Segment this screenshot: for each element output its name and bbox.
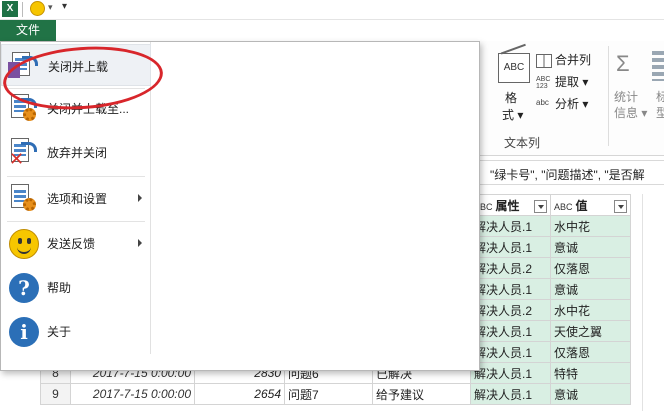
cell-value[interactable]: 水中花 bbox=[550, 215, 631, 237]
filter-dropdown-icon[interactable] bbox=[534, 199, 547, 213]
smiley-icon[interactable] bbox=[30, 1, 45, 16]
customize-toolbar-icon[interactable]: ▾ bbox=[62, 1, 67, 12]
format-button-line2[interactable]: 式 ▾ bbox=[502, 106, 523, 123]
ribbon: ABC 格 式 ▾ 合并列 ABC 123 提取 ▾ abc 分析 ▾ 文本列 Σ 统… bbox=[480, 41, 664, 156]
merge-columns-icon bbox=[536, 53, 552, 68]
tab-file[interactable]: 文件 bbox=[0, 20, 56, 41]
excel-icon: X bbox=[2, 1, 18, 17]
quick-access-toolbar: X ▾ ▾ bbox=[0, 0, 664, 20]
column-header-attribute[interactable]: ABC 属性 bbox=[470, 194, 551, 216]
menu-item-options-settings[interactable]: 选项和设置 bbox=[1, 177, 151, 219]
discard-and-close-icon: ✕ bbox=[7, 136, 39, 168]
grid-right-panel bbox=[642, 194, 664, 411]
column-header-value[interactable]: ABC 值 bbox=[550, 194, 631, 216]
menu-item-help[interactable]: ? 帮助 bbox=[1, 266, 151, 308]
help-icon: ? bbox=[7, 271, 39, 303]
toolbar-divider bbox=[22, 2, 23, 17]
cell-attribute[interactable]: 解决人员.2 bbox=[470, 299, 551, 321]
ribbon-divider bbox=[608, 46, 609, 146]
cell-value[interactable]: 特特 bbox=[550, 362, 631, 384]
menu-item-close-and-load-to[interactable]: 关闭并上载至... bbox=[1, 87, 151, 129]
parse-icon: abc bbox=[536, 97, 549, 107]
file-menu-list: 关闭并上载 关闭并上载至... ✕ 放弃并关闭 选项和设置 发送反馈 ? 帮助 … bbox=[1, 42, 151, 354]
format-icon[interactable]: ABC bbox=[498, 53, 530, 83]
cell-status[interactable]: 给予建议 bbox=[372, 383, 471, 405]
smiley-feedback-icon bbox=[7, 227, 39, 259]
cell-attribute[interactable]: 解决人员.1 bbox=[470, 278, 551, 300]
formula-text: "绿卡号", "问题描述", "是否解 bbox=[490, 168, 645, 182]
menu-item-label: 关闭并上载至... bbox=[47, 102, 130, 116]
cell-value[interactable]: 仅落恩 bbox=[550, 341, 631, 363]
info-icon: i bbox=[7, 315, 39, 347]
menu-item-send-feedback[interactable]: 发送反馈 bbox=[1, 222, 151, 264]
close-and-load-to-icon bbox=[7, 92, 39, 124]
cell-attribute[interactable]: 解决人员.1 bbox=[470, 236, 551, 258]
file-menu-panel: 关闭并上载 关闭并上载至... ✕ 放弃并关闭 选项和设置 发送反馈 ? 帮助 … bbox=[0, 41, 480, 371]
cell-attribute[interactable]: 解决人员.1 bbox=[470, 320, 551, 342]
menu-item-label: 选项和设置 bbox=[47, 192, 108, 206]
menu-item-discard-and-close[interactable]: ✕ 放弃并关闭 bbox=[1, 131, 151, 173]
format-button-line1[interactable]: 格 bbox=[505, 89, 517, 106]
cell-attribute[interactable]: 解决人员.1 bbox=[470, 362, 551, 384]
cell-date[interactable]: 2017-7-15 0:00:00 bbox=[70, 383, 195, 405]
cell-question[interactable]: 问题7 bbox=[284, 383, 373, 405]
statistics-button[interactable]: 统计 信息 ▾ bbox=[614, 89, 647, 121]
standard-button[interactable]: 标型 bbox=[656, 89, 664, 121]
parse-button[interactable]: abc 分析 ▾ bbox=[536, 95, 588, 112]
menu-item-label: 发送反馈 bbox=[47, 237, 96, 251]
cell-attribute[interactable]: 解决人员.2 bbox=[470, 257, 551, 279]
standard-icon[interactable] bbox=[652, 51, 664, 81]
close-and-load-icon bbox=[8, 50, 40, 82]
filter-dropdown-icon[interactable] bbox=[614, 199, 627, 213]
cell-value[interactable]: 仅落恩 bbox=[550, 257, 631, 279]
text-type-icon: ABC bbox=[554, 201, 573, 212]
abc123-icon: ABC 123 bbox=[536, 75, 551, 90]
cell-value[interactable]: 意诚 bbox=[550, 383, 631, 405]
options-settings-icon bbox=[7, 182, 39, 214]
extract-button[interactable]: ABC 123 提取 ▾ bbox=[536, 73, 588, 90]
cell-value[interactable]: 意诚 bbox=[550, 236, 631, 258]
chevron-down-icon[interactable]: ▾ bbox=[48, 2, 53, 13]
table-row[interactable]: 9 2017-7-15 0:00:00 2654 问题7 给予建议 解决人员.1 意诚 bbox=[40, 383, 631, 405]
cell-value[interactable]: 意诚 bbox=[550, 278, 631, 300]
sigma-icon[interactable]: Σ bbox=[616, 51, 630, 77]
cell-value[interactable]: 天使之翼 bbox=[550, 320, 631, 342]
cell-attribute[interactable]: 解决人员.1 bbox=[470, 341, 551, 363]
formula-bar[interactable]: "绿卡号", "问题描述", "是否解 bbox=[480, 160, 664, 185]
merge-columns-button[interactable]: 合并列 bbox=[536, 51, 591, 68]
menu-item-label: 帮助 bbox=[47, 281, 72, 295]
text-column-group-label: 文本列 bbox=[504, 136, 541, 150]
cell-attribute[interactable]: 解决人员.1 bbox=[470, 383, 551, 405]
cell-value[interactable]: 水中花 bbox=[550, 299, 631, 321]
menu-item-close-and-load[interactable]: 关闭并上载 bbox=[1, 44, 151, 86]
submenu-arrow-icon bbox=[138, 194, 142, 202]
cell-number[interactable]: 2654 bbox=[194, 383, 285, 405]
menu-item-about[interactable]: i 关于 bbox=[1, 310, 151, 352]
menu-item-label: 关于 bbox=[47, 325, 72, 339]
submenu-arrow-icon bbox=[138, 239, 142, 247]
menu-item-label: 放弃并关闭 bbox=[47, 146, 108, 160]
menu-item-label: 关闭并上载 bbox=[48, 60, 109, 74]
row-number[interactable]: 9 bbox=[40, 383, 71, 405]
cell-attribute[interactable]: 解决人员.1 bbox=[470, 215, 551, 237]
